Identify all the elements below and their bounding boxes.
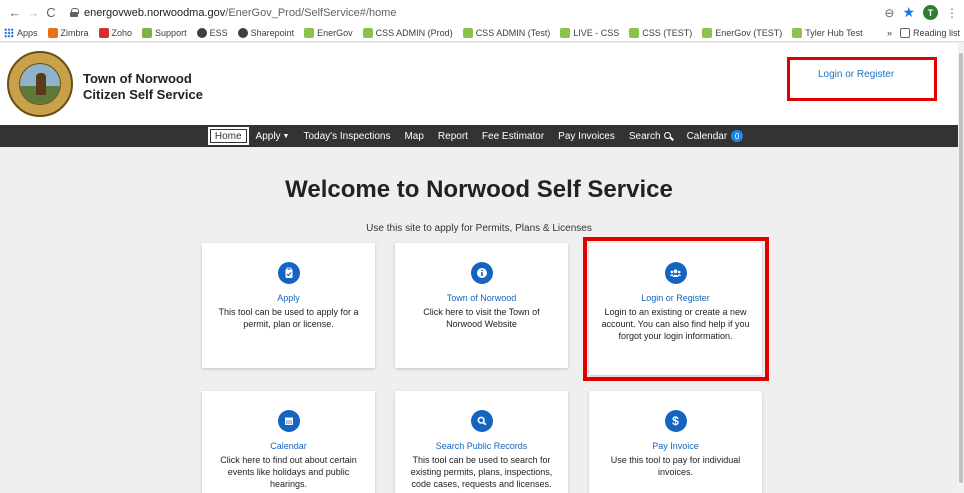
search-icon	[470, 410, 493, 432]
card-calendar[interactable]: Calendar Click here to find out about ce…	[202, 391, 375, 493]
site-header: Town of Norwood Citizen Self Service Log…	[0, 43, 958, 125]
url-field[interactable]: energovweb.norwoodma.gov/EnerGov_Prod/Se…	[84, 7, 396, 19]
nav-fee-estimator[interactable]: Fee Estimator	[475, 127, 551, 145]
bookmark-energov-test[interactable]: EnerGov (TEST)	[702, 28, 782, 38]
browser-menu-icon[interactable]: ⋮	[946, 6, 958, 20]
card-title: Apply	[277, 293, 300, 303]
zoom-icon[interactable]: ⊖	[884, 6, 894, 20]
bookmarks-bar: Apps Zimbra Zoho Support ESS Sharepoint …	[0, 25, 964, 42]
card-title: Calendar	[270, 441, 307, 451]
bookmark-energov[interactable]: EnerGov	[304, 28, 353, 38]
nav-calendar[interactable]: Calendar 0	[680, 127, 751, 145]
globe-icon	[196, 28, 207, 38]
nav-apply[interactable]: Apply ▼	[249, 127, 297, 145]
nav-todays-inspections[interactable]: Today's Inspections	[296, 127, 397, 145]
back-icon[interactable]: ←	[6, 5, 24, 20]
nav-search[interactable]: Search	[622, 127, 680, 145]
support-icon	[142, 28, 153, 38]
card-description: Click here to find out about certain eve…	[220, 455, 357, 489]
lock-icon[interactable]	[70, 8, 79, 17]
card-description: This tool can be used to search for exis…	[410, 455, 553, 489]
bookmarks-overflow[interactable]: »	[887, 28, 892, 38]
page-scrollbar[interactable]	[958, 43, 964, 493]
bookmark-css-admin-test[interactable]: CSS ADMIN (Test)	[462, 28, 550, 38]
apps-grid-icon	[4, 28, 14, 38]
energov-icon	[702, 28, 713, 38]
card-title: Pay Invoice	[652, 441, 699, 451]
card-title: Search Public Records	[435, 441, 528, 451]
main-nav: Home Apply ▼ Today's Inspections Map Repo…	[0, 125, 958, 147]
page: Town of Norwood Citizen Self Service Log…	[0, 43, 958, 493]
zoho-icon	[98, 28, 109, 38]
browser-address-bar: ← → C energovweb.norwoodma.gov/EnerGov_P…	[0, 0, 964, 25]
site-title-line1: Town of Norwood	[83, 71, 192, 86]
card-search-public-records[interactable]: Search Public Records This tool can be u…	[395, 391, 568, 493]
energov-icon	[560, 28, 571, 38]
card-town-of-norwood[interactable]: Town of Norwood Click here to visit the …	[395, 243, 568, 368]
seal-scene	[19, 63, 61, 105]
site-title[interactable]: Town of Norwood Citizen Self Service	[83, 71, 203, 103]
reading-list-button[interactable]: Reading list	[899, 28, 960, 38]
nav-pay-invoices[interactable]: Pay Invoices	[551, 127, 622, 145]
page-title: Welcome to Norwood Self Service	[285, 176, 673, 203]
nav-report[interactable]: Report	[431, 127, 475, 145]
card-title: Town of Norwood	[446, 293, 517, 303]
energov-icon	[462, 28, 473, 38]
bookmark-css-admin-prod[interactable]: CSS ADMIN (Prod)	[362, 28, 453, 38]
site-title-line2: Citizen Self Service	[83, 87, 203, 102]
bookmark-star-icon[interactable]: ★	[902, 4, 915, 21]
town-seal-logo[interactable]	[7, 51, 73, 117]
card-pay-invoice[interactable]: $ Pay Invoice Use this tool to pay for i…	[589, 391, 762, 493]
calendar-icon	[277, 410, 300, 432]
search-icon	[663, 131, 673, 141]
bookmark-ess[interactable]: ESS	[196, 28, 228, 38]
energov-icon	[792, 28, 803, 38]
card-description: Use this tool to pay for individual invo…	[610, 455, 741, 477]
scrollbar-thumb[interactable]	[959, 53, 963, 483]
bookmark-zimbra[interactable]: Zimbra	[47, 28, 89, 38]
header-login-register-link[interactable]: Login or Register	[787, 57, 937, 101]
forward-icon[interactable]: →	[24, 5, 42, 20]
bookmark-zoho[interactable]: Zoho	[98, 28, 132, 38]
profile-avatar[interactable]: T	[923, 5, 938, 20]
reload-icon[interactable]: C	[42, 5, 60, 20]
page-subtitle: Use this site to apply for Permits, Plan…	[366, 223, 592, 234]
card-apply[interactable]: Apply This tool can be used to apply for…	[202, 243, 375, 368]
reading-list-icon	[899, 28, 910, 38]
nav-home[interactable]: Home	[207, 127, 249, 145]
energov-icon	[629, 28, 640, 38]
energov-icon	[304, 28, 315, 38]
caret-down-icon: ▼	[282, 132, 290, 140]
bookmark-live-css[interactable]: LIVE - CSS	[560, 28, 619, 38]
zimbra-icon	[47, 28, 58, 38]
bookmark-css-test[interactable]: CSS (TEST)	[629, 28, 692, 38]
bookmark-apps[interactable]: Apps	[4, 28, 38, 38]
energov-icon	[362, 28, 373, 38]
clipboard-check-icon	[277, 262, 300, 284]
bookmark-sharepoint[interactable]: Sharepoint	[237, 28, 294, 38]
bookmark-support[interactable]: Support	[142, 28, 187, 38]
info-icon	[470, 262, 493, 284]
login-card-highlight	[583, 237, 769, 381]
calendar-count-badge: 0	[731, 130, 744, 142]
nav-map[interactable]: Map	[397, 127, 430, 145]
card-description: Click here to visit the Town of Norwood …	[423, 307, 540, 329]
globe-icon	[237, 28, 248, 38]
bookmark-tyler-hub-test[interactable]: Tyler Hub Test	[792, 28, 863, 38]
dollar-icon: $	[664, 410, 687, 432]
card-description: This tool can be used to apply for a per…	[218, 307, 359, 329]
